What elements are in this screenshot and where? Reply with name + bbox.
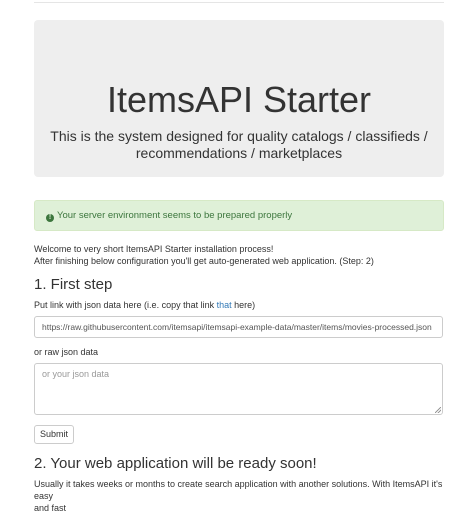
intro-line-2: After finishing below configuration you'… xyxy=(34,256,374,266)
subtitle-line-1: This is the system designed for quality … xyxy=(50,128,428,144)
raw-json-textarea[interactable]: or your json data xyxy=(34,363,443,415)
page-title: ItemsAPI Starter xyxy=(106,79,372,120)
that-link[interactable]: that xyxy=(217,300,232,310)
step1-heading: 1. First step xyxy=(34,276,113,293)
info-circle-icon: ! xyxy=(46,214,54,222)
outro-text: Usually it takes weeks or months to crea… xyxy=(34,478,444,514)
json-link-label: Put link with json data here (i.e. copy … xyxy=(34,299,255,311)
raw-json-label: or raw json data xyxy=(34,347,99,357)
success-alert: ! Your server environment seems to be pre… xyxy=(34,200,444,231)
alert-text: Your server environment seems to be prep… xyxy=(57,210,293,221)
subtitle-line-2: recommendations / marketplaces xyxy=(135,145,343,161)
top-divider xyxy=(34,2,444,3)
step2-heading: 2. Your web application will be ready so… xyxy=(34,455,317,472)
outro-line-2: and fast xyxy=(34,503,67,513)
page-subtitle: This is the system designed for quality … xyxy=(34,128,444,162)
intro-line-1: Welcome to very short ItemsAPI Starter i… xyxy=(34,244,274,254)
jumbotron: ItemsAPI Starter This is the system desi… xyxy=(34,20,444,177)
json-url-input[interactable]: https://raw.githubusercontent.com/itemsa… xyxy=(34,316,443,338)
outro-line-1: Usually it takes weeks or months to crea… xyxy=(34,479,443,501)
json-link-label-after: here) xyxy=(231,300,256,310)
submit-button[interactable]: Submit xyxy=(34,425,74,444)
resize-grip-icon[interactable] xyxy=(435,407,441,413)
raw-json-placeholder: or your json data xyxy=(42,369,110,379)
intro-text: Welcome to very short ItemsAPI Starter i… xyxy=(34,243,444,267)
json-link-label-before: Put link with json data here (i.e. copy … xyxy=(34,300,217,310)
